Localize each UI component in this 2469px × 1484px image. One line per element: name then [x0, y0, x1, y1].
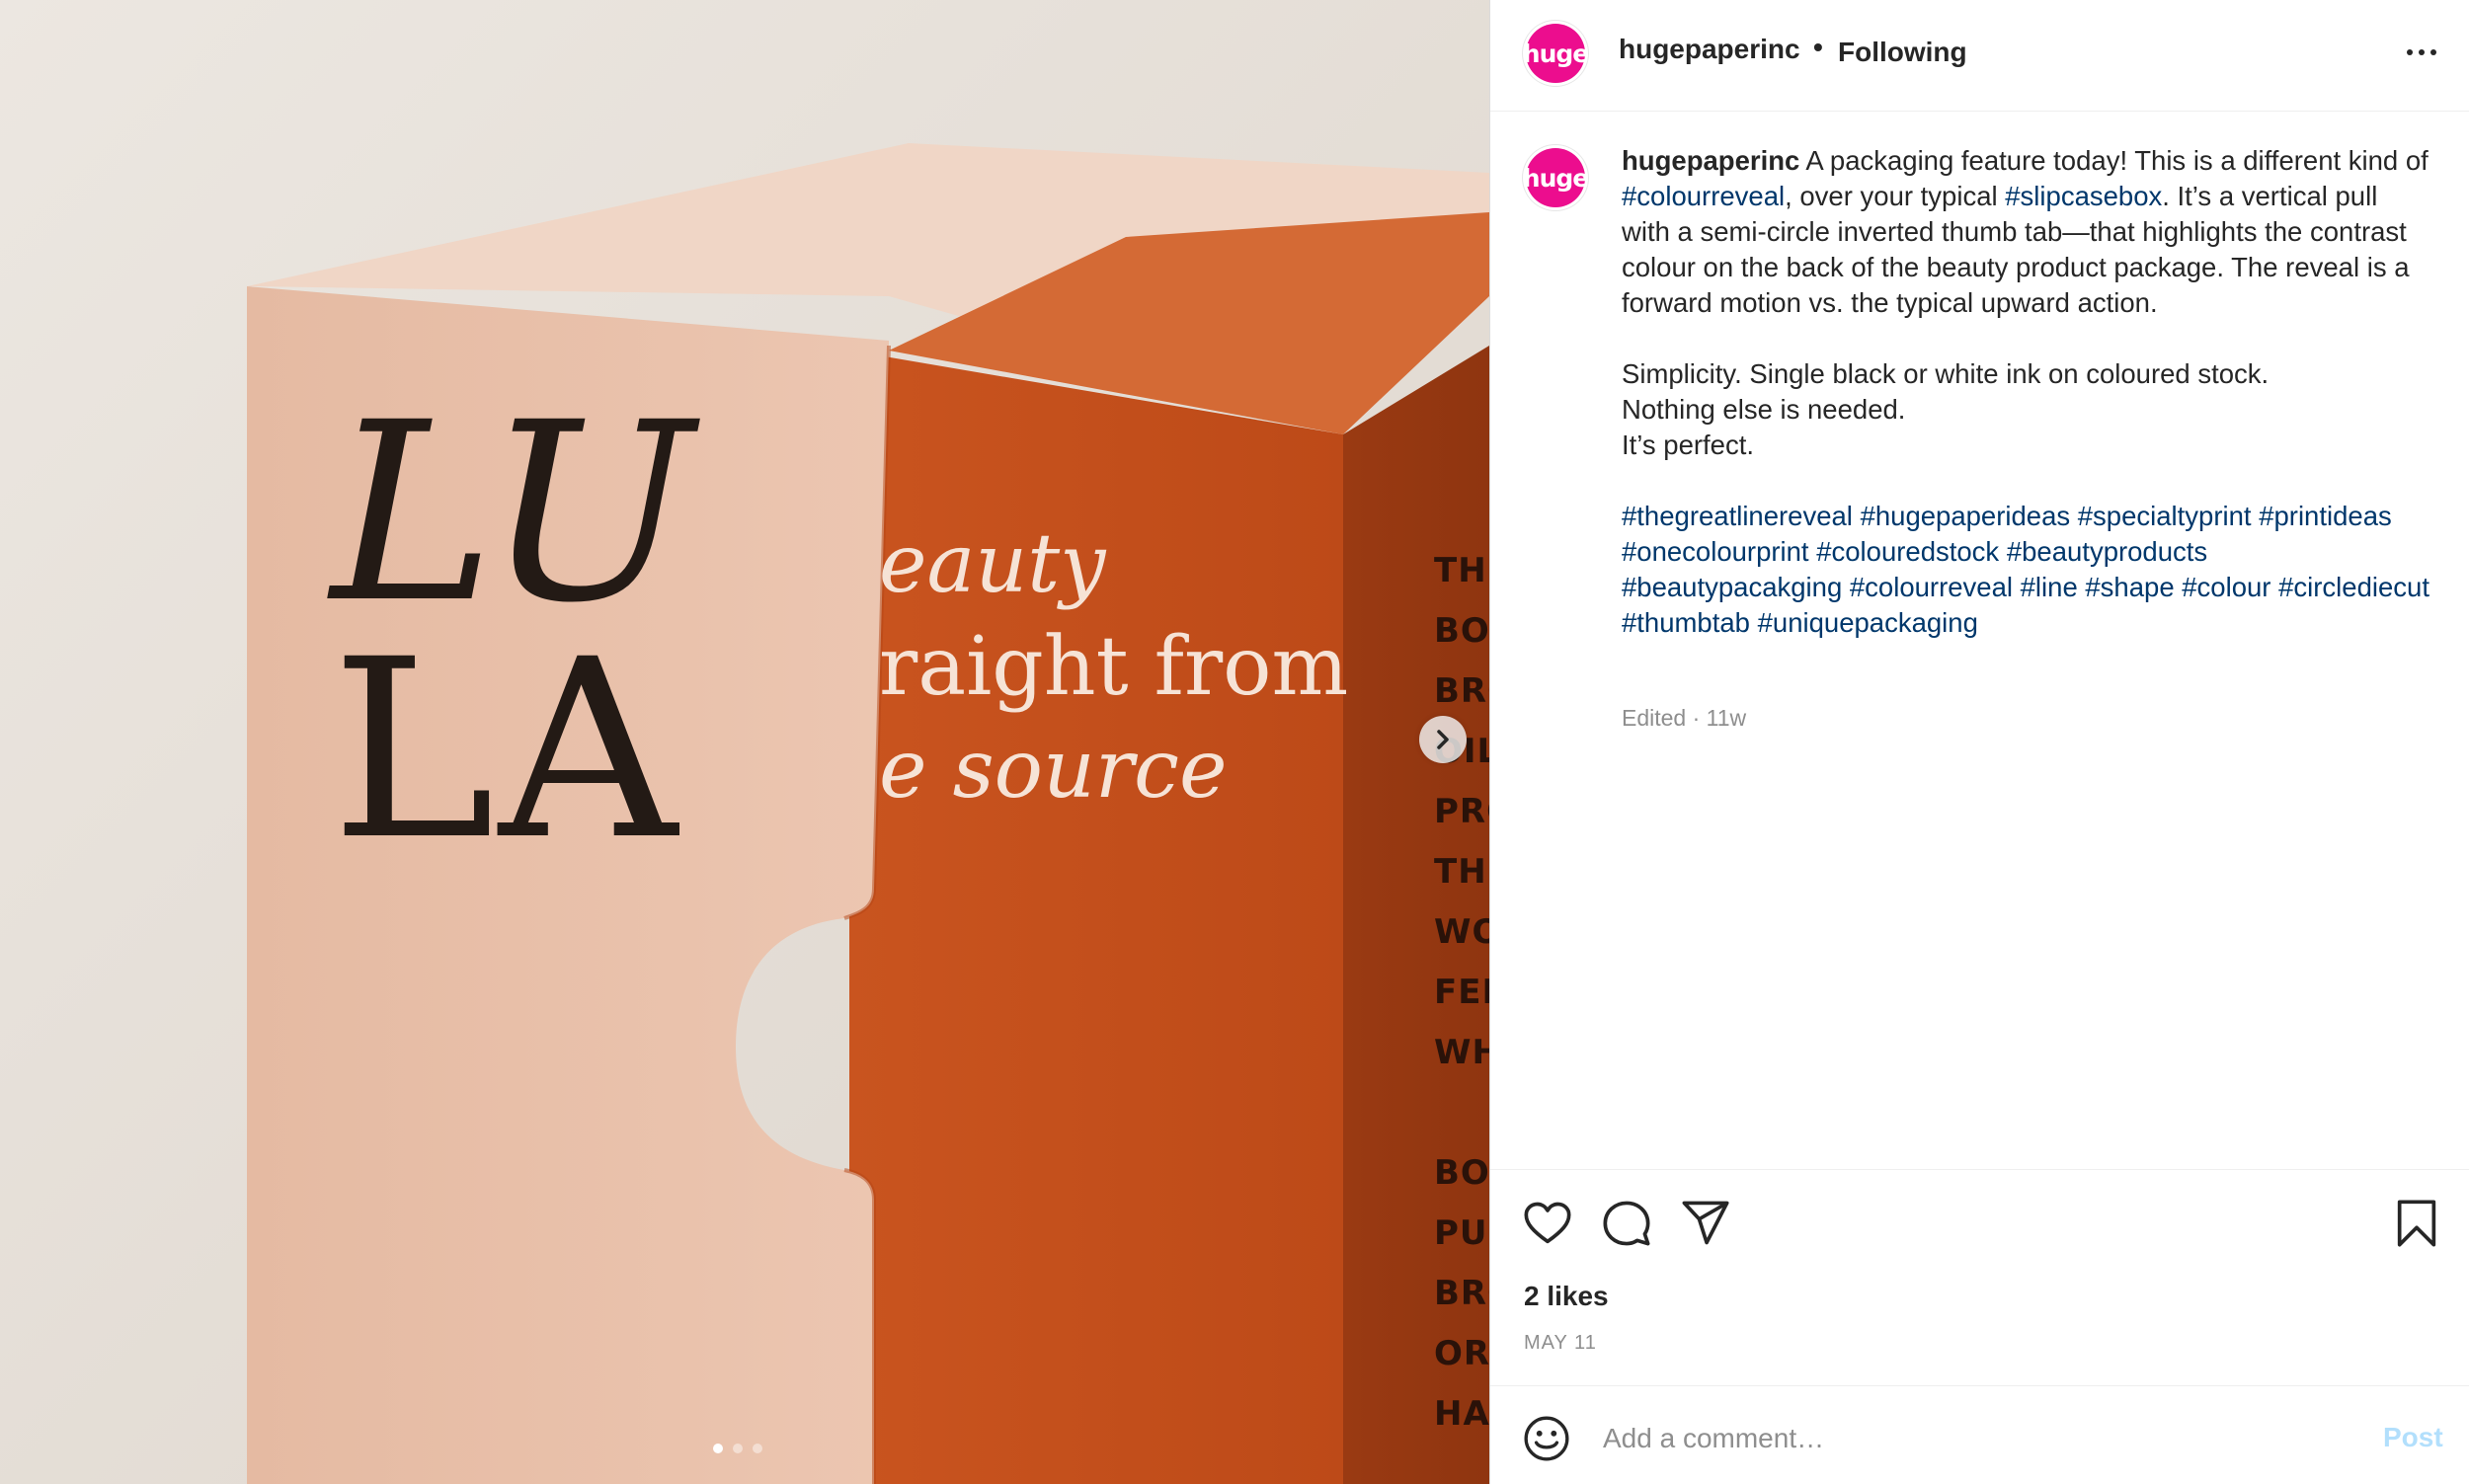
box-logo-line2: LA [331, 606, 681, 894]
hashtag-link[interactable]: #colouredstock [1816, 536, 1999, 567]
like-button[interactable] [1522, 1198, 1577, 1253]
side-text-line: PRO [1434, 792, 1489, 831]
side-text-line: WHI [1434, 1033, 1489, 1072]
post-header: huge hugepaperinc • Following [1490, 0, 2469, 112]
tagline-line3: e source [879, 723, 1228, 817]
bookmark-icon [2397, 1200, 2436, 1247]
side-text-line: FEEL [1434, 973, 1489, 1012]
post-media[interactable]: LU LA eauty raight from e source THIS BO… [0, 0, 1489, 1484]
caption-hashtags: #thegreatlinereveal #hugepaperideas #spe… [1622, 499, 2431, 641]
caption-line: Simplicity. Single black or white ink on… [1622, 358, 2270, 389]
avatar[interactable]: huge [1522, 24, 1589, 83]
hashtag-link[interactable]: #uniquepackaging [1758, 607, 1978, 638]
box-tagline: eauty raight from e source [879, 513, 1373, 821]
comment-button[interactable] [1601, 1198, 1656, 1253]
tagline-line1: eauty [879, 517, 1106, 611]
hashtag-link[interactable]: #colourreveal [1622, 181, 1785, 211]
carousel-dot-active [713, 1444, 723, 1453]
emoji-button[interactable] [1522, 1414, 1571, 1463]
side-text-line: BOT [1434, 1153, 1489, 1193]
hashtag-link[interactable]: #colourreveal [1850, 572, 2013, 602]
post-caption: hugepaperinc A packaging feature today! … [1622, 143, 2431, 641]
box-logo: LU LA [331, 369, 698, 894]
hashtag-link[interactable]: #thumbtab [1622, 607, 1750, 638]
post-side-panel: huge hugepaperinc • Following huge hugep… [1489, 0, 2469, 1484]
carousel-indicator [713, 1444, 762, 1453]
hashtag-link[interactable]: #specialtyprint [2078, 501, 2252, 531]
chevron-right-icon [1437, 730, 1449, 749]
caption-username[interactable]: hugepaperinc [1622, 145, 1799, 176]
side-text-line: BRO [1434, 1274, 1489, 1313]
side-text-line: WOR [1434, 912, 1489, 952]
share-button[interactable] [1680, 1198, 1735, 1253]
box-side-text: THIS BOT BRO OIL PRO THIS WOR FEEL WHI B… [1434, 541, 1489, 1445]
hashtag-link[interactable]: #thegreatlinereveal [1622, 501, 1853, 531]
next-image-button[interactable] [1419, 716, 1467, 763]
following-button[interactable]: Following [1838, 37, 1967, 68]
side-text-line: BOT [1434, 611, 1489, 651]
caption-edited-timestamp[interactable]: Edited · 11w [1622, 705, 1746, 732]
side-text-line: ORA [1434, 1334, 1489, 1373]
hashtag-link[interactable]: #line [2021, 572, 2078, 602]
hashtag-link[interactable]: #slipcasebox [2005, 181, 2162, 211]
hashtag-link[interactable]: #circlediecut [2278, 572, 2429, 602]
side-text-line: THIS [1434, 852, 1489, 892]
save-button[interactable] [2391, 1198, 2446, 1253]
likes-count[interactable]: 2 likes [1524, 1281, 1609, 1312]
post-username[interactable]: hugepaperinc [1619, 34, 1800, 65]
hashtag-link[interactable]: #colour [2182, 572, 2270, 602]
avatar-label: huge [1522, 163, 1589, 193]
side-text-line: THIS [1434, 551, 1489, 590]
caption-line: It’s perfect. [1622, 430, 1754, 460]
hashtag-link[interactable]: #beautypacakging [1622, 572, 1842, 602]
avatar-label: huge [1522, 39, 1589, 68]
comments-section: huge hugepaperinc A packaging feature to… [1490, 112, 2469, 1169]
post-comment-button[interactable]: Post [2383, 1422, 2443, 1453]
carousel-dot [733, 1444, 743, 1453]
caption-text: A packaging feature today! This is a dif… [1799, 145, 2429, 176]
side-text-line: BRO [1434, 671, 1489, 711]
caption-line: Nothing else is needed. [1622, 394, 1906, 425]
comment-input[interactable] [1601, 1416, 2296, 1461]
side-text-line: HAZ [1434, 1394, 1489, 1434]
smiley-face-icon [1524, 1416, 1569, 1461]
hashtag-link[interactable]: #onecolourprint [1622, 536, 1809, 567]
hashtag-link[interactable]: #shape [2085, 572, 2174, 602]
more-horizontal-icon [2407, 49, 2436, 55]
caption-text: , over your typical [1785, 181, 2006, 211]
follow-separator: • [1813, 32, 1823, 62]
heart-icon [1524, 1202, 1571, 1244]
comment-bubble-icon [1603, 1201, 1650, 1246]
hashtag-link[interactable]: #printideas [2259, 501, 2392, 531]
carousel-dot [753, 1444, 762, 1453]
post-date[interactable]: MAY 11 [1524, 1332, 1597, 1355]
caption-avatar[interactable]: huge [1522, 148, 1589, 207]
hashtag-link[interactable]: #beautyproducts [2007, 536, 2207, 567]
side-text-line: PUR [1434, 1213, 1489, 1253]
post-actions [1490, 1169, 2469, 1258]
add-comment-bar: Post [1490, 1385, 2469, 1484]
paper-plane-icon [1682, 1201, 1729, 1245]
box-logo-line1: LU [331, 369, 698, 657]
tagline-line2: raight from [879, 620, 1349, 714]
hashtag-link[interactable]: #hugepaperideas [1861, 501, 2071, 531]
more-options-button[interactable] [2399, 38, 2444, 67]
